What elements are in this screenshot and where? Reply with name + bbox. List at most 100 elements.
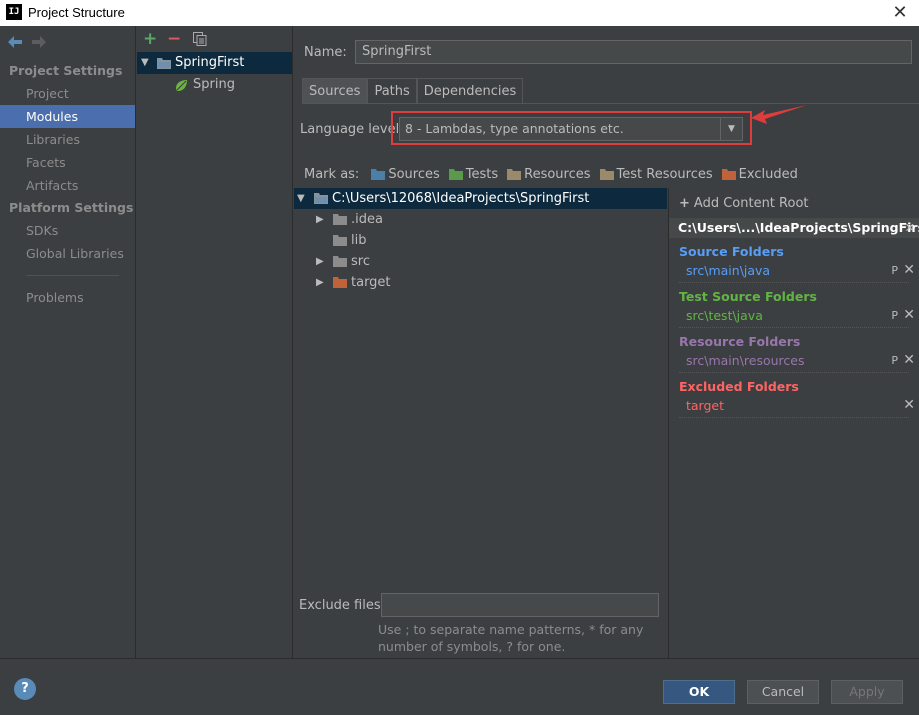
tree-root-label: C:\Users\12068\IdeaProjects\SpringFirst bbox=[332, 191, 590, 206]
folder-group-title: Source Folders bbox=[679, 244, 784, 259]
mark-as-excluded-button[interactable]: Excluded bbox=[721, 166, 798, 182]
module-settings: Name: SpringFirst Sources Paths Dependen… bbox=[294, 26, 919, 658]
sidebar-item-problems[interactable]: Problems bbox=[0, 286, 135, 309]
mark-as-test-resources-button[interactable]: Test Resources bbox=[599, 166, 713, 182]
folder-divider bbox=[679, 417, 909, 418]
folder-divider bbox=[679, 327, 909, 328]
folder-icon bbox=[721, 168, 736, 180]
exclude-files-label: Exclude files: bbox=[299, 598, 386, 613]
content-root-folder-icon bbox=[314, 193, 328, 204]
folder-icon bbox=[333, 235, 347, 246]
mark-as-option-label: Resources bbox=[524, 166, 591, 182]
module-item-springfirst[interactable]: ▼ SpringFirst bbox=[137, 52, 292, 74]
remove-content-root-icon[interactable]: ✕ bbox=[905, 218, 915, 238]
annotation-arrow-icon bbox=[751, 105, 807, 124]
sidebar-item-facets[interactable]: Facets bbox=[0, 151, 135, 174]
tabs-divider bbox=[302, 103, 919, 104]
folder-path: target bbox=[686, 398, 725, 413]
package-prefix-icon[interactable]: P bbox=[891, 264, 898, 277]
mark-as-options: Sources Tests Resources Test Resources Exclu… bbox=[371, 167, 807, 182]
module-tabs: Sources Paths Dependencies bbox=[302, 78, 524, 104]
package-prefix-icon[interactable]: P bbox=[891, 354, 898, 367]
content-tree: ▼ C:\Users\12068\IdeaProjects\SpringFirs… bbox=[294, 188, 667, 658]
tab-sources[interactable]: Sources bbox=[302, 78, 368, 104]
sidebar-item-sdks[interactable]: SDKs bbox=[0, 219, 135, 242]
add-content-root-button[interactable]: + Add Content Root bbox=[679, 196, 809, 211]
tree-item-label: target bbox=[351, 275, 391, 290]
mark-as-option-label: Test Resources bbox=[616, 166, 713, 182]
tree-item-label: .idea bbox=[351, 212, 383, 227]
language-level-label: Language level: bbox=[300, 122, 404, 137]
module-label: SpringFirst bbox=[175, 55, 245, 70]
expand-arrow-icon[interactable]: ▶ bbox=[316, 209, 324, 230]
remove-folder-icon[interactable]: ✕ bbox=[903, 262, 915, 278]
package-prefix-icon[interactable]: P bbox=[891, 309, 898, 322]
folder-path: src\main\java bbox=[686, 263, 771, 278]
exclude-hint: Use ; to separate name patterns, * for a… bbox=[378, 622, 644, 654]
folder-icon bbox=[333, 277, 347, 288]
tree-item-target[interactable]: ▶ target bbox=[294, 272, 667, 293]
expand-arrow-icon[interactable]: ▶ bbox=[316, 272, 324, 293]
tab-paths[interactable]: Paths bbox=[367, 78, 417, 104]
cancel-button[interactable]: Cancel bbox=[747, 680, 819, 704]
help-icon[interactable]: ? bbox=[14, 678, 36, 700]
apply-button[interactable]: Apply bbox=[831, 680, 903, 704]
remove-folder-icon[interactable]: ✕ bbox=[903, 307, 915, 323]
tree-item-lib[interactable]: lib bbox=[294, 230, 667, 251]
tree-item-src[interactable]: ▶ src bbox=[294, 251, 667, 272]
folder-icon bbox=[507, 168, 522, 180]
folder-icon bbox=[371, 168, 386, 180]
annotation-highlight-box bbox=[391, 111, 752, 145]
tree-item-idea[interactable]: ▶ .idea bbox=[294, 209, 667, 230]
back-arrow-icon[interactable] bbox=[8, 36, 22, 48]
tree-root-row[interactable]: ▼ C:\Users\12068\IdeaProjects\SpringFirs… bbox=[294, 188, 667, 209]
nav-list: Project Settings Project Modules Libraries F… bbox=[0, 60, 135, 309]
expand-arrow-icon[interactable]: ▶ bbox=[316, 251, 324, 272]
sidebar-item-artifacts[interactable]: Artifacts bbox=[0, 174, 135, 197]
tree-item-label: lib bbox=[351, 233, 367, 248]
name-label: Name: bbox=[304, 45, 347, 60]
folder-icon bbox=[599, 168, 614, 180]
expand-arrow-icon[interactable]: ▼ bbox=[297, 188, 305, 209]
module-name-input[interactable]: SpringFirst bbox=[355, 40, 912, 64]
folder-icon bbox=[448, 168, 463, 180]
spring-leaf-icon bbox=[176, 80, 187, 91]
nav-history bbox=[0, 26, 135, 60]
facet-label: Spring bbox=[193, 77, 235, 92]
folder-path: src\main\resources bbox=[686, 353, 805, 368]
add-module-button[interactable]: + bbox=[143, 29, 157, 49]
tree-item-label: src bbox=[351, 254, 370, 269]
forward-arrow-icon[interactable] bbox=[32, 36, 46, 48]
sidebar-item-modules[interactable]: Modules bbox=[0, 105, 135, 128]
close-icon[interactable]: ✕ bbox=[891, 2, 909, 23]
mark-as-option-label: Tests bbox=[465, 166, 499, 182]
tab-dependencies[interactable]: Dependencies bbox=[416, 78, 524, 104]
sidebar-item-libraries[interactable]: Libraries bbox=[0, 128, 135, 151]
mark-as-resources-button[interactable]: Resources bbox=[507, 166, 591, 182]
expand-arrow-icon[interactable]: ▼ bbox=[141, 52, 149, 74]
folder-icon bbox=[333, 256, 347, 267]
mark-as-label: Mark as: bbox=[304, 166, 360, 182]
nav-group-project-settings: Project Settings bbox=[9, 63, 123, 78]
window-title: Project Structure bbox=[28, 5, 125, 20]
remove-folder-icon[interactable]: ✕ bbox=[903, 352, 915, 368]
sidebar-item-global-libraries[interactable]: Global Libraries bbox=[0, 242, 135, 265]
mark-as-option-label: Sources bbox=[388, 166, 440, 182]
nav-divider bbox=[26, 275, 119, 276]
module-item-spring[interactable]: Spring bbox=[137, 74, 292, 96]
mark-as-toolbar: Mark as: Sources Tests Resources Test Resou… bbox=[304, 165, 807, 183]
nav-group-platform-settings: Platform Settings bbox=[9, 200, 134, 215]
folder-path: src\test\java bbox=[686, 308, 763, 323]
remove-folder-icon[interactable]: ✕ bbox=[903, 397, 915, 413]
mark-as-tests-button[interactable]: Tests bbox=[448, 166, 499, 182]
sidebar-item-project[interactable]: Project bbox=[0, 82, 135, 105]
intellij-logo-icon: IJ bbox=[6, 4, 22, 20]
ok-button[interactable]: OK bbox=[663, 680, 735, 704]
mark-as-sources-button[interactable]: Sources bbox=[371, 166, 440, 182]
exclude-files-input[interactable] bbox=[381, 593, 659, 617]
add-content-root-label: Add Content Root bbox=[693, 196, 809, 211]
mark-as-option-label: Excluded bbox=[738, 166, 798, 182]
remove-module-button[interactable]: − bbox=[167, 29, 181, 49]
copy-module-icon[interactable] bbox=[193, 32, 207, 46]
dialog-footer: ? OK Cancel Apply bbox=[0, 658, 919, 715]
